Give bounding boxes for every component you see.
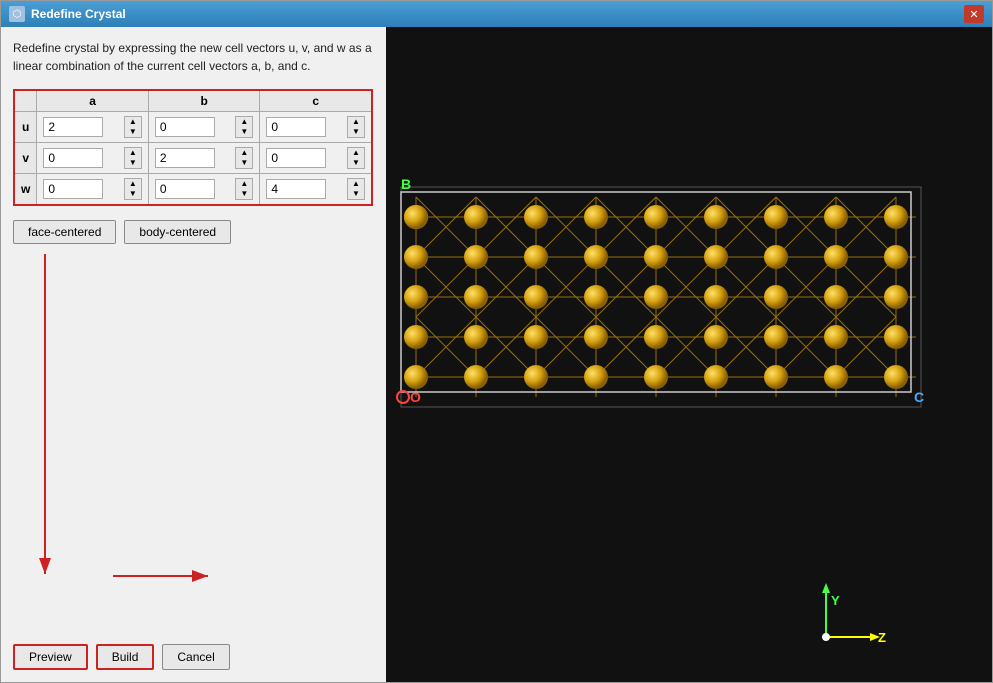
spin-down-v-b[interactable]: ▼ — [236, 158, 252, 168]
matrix-corner — [14, 90, 37, 112]
crystal-svg: B O C Y Z — [386, 27, 956, 677]
face-centered-button[interactable]: face-centered — [13, 220, 116, 244]
spin-up-u-a[interactable]: ▲ — [125, 117, 141, 127]
crystal-viewport: B O C Y Z — [386, 27, 992, 682]
centering-buttons-row: face-centered body-centered — [13, 220, 374, 244]
description-text: Redefine crystal by expressing the new c… — [13, 39, 374, 75]
spin-down-v-c[interactable]: ▼ — [348, 158, 364, 168]
body-centered-button[interactable]: body-centered — [124, 220, 231, 244]
spin-down-u-c[interactable]: ▼ — [348, 127, 364, 137]
titlebar: ⬡ Redefine Crystal ✕ — [1, 1, 992, 27]
cell-u-c: ▲ ▼ — [260, 112, 372, 143]
spin-up-u-b[interactable]: ▲ — [236, 117, 252, 127]
spin-up-u-c[interactable]: ▲ — [348, 117, 364, 127]
row-label-w: w — [14, 174, 37, 206]
cell-u-b: ▲ ▼ — [148, 112, 260, 143]
spin-up-w-c[interactable]: ▲ — [348, 179, 364, 189]
label-B: B — [401, 176, 411, 192]
label-C: C — [914, 389, 924, 405]
col-header-c: c — [260, 90, 372, 112]
spin-up-w-a[interactable]: ▲ — [125, 179, 141, 189]
spin-down-w-b[interactable]: ▼ — [236, 189, 252, 199]
input-v-b[interactable] — [155, 148, 215, 168]
cell-v-c: ▲ ▼ — [260, 143, 372, 174]
annotation-arrows — [13, 254, 383, 614]
left-panel: Redefine crystal by expressing the new c… — [1, 27, 386, 682]
preview-button[interactable]: Preview — [13, 644, 88, 670]
cell-w-c: ▲ ▼ — [260, 174, 372, 206]
spin-down-u-b[interactable]: ▼ — [236, 127, 252, 137]
cell-w-b: ▲ ▼ — [148, 174, 260, 206]
cancel-button[interactable]: Cancel — [162, 644, 229, 670]
spin-up-v-a[interactable]: ▲ — [125, 148, 141, 158]
row-label-u: u — [14, 112, 37, 143]
spin-down-v-a[interactable]: ▼ — [125, 158, 141, 168]
spinner-v-a: ▲ ▼ — [124, 147, 142, 169]
input-v-c[interactable] — [266, 148, 326, 168]
titlebar-left: ⬡ Redefine Crystal — [9, 6, 126, 22]
cell-v-a: ▲ ▼ — [37, 143, 149, 174]
cell-w-a: ▲ ▼ — [37, 174, 149, 206]
spin-down-w-a[interactable]: ▼ — [125, 189, 141, 199]
label-O: O — [410, 389, 421, 405]
arrow-annotation-area — [13, 254, 374, 624]
cell-v-b: ▲ ▼ — [148, 143, 260, 174]
spinner-w-c: ▲ ▼ — [347, 178, 365, 200]
row-label-v: v — [14, 143, 37, 174]
col-header-a: a — [37, 90, 149, 112]
matrix-table: a b c u ▲ ▼ — [13, 89, 373, 206]
build-button[interactable]: Build — [96, 644, 155, 670]
spin-down-u-a[interactable]: ▼ — [125, 127, 141, 137]
spin-down-w-c[interactable]: ▼ — [348, 189, 364, 199]
bottom-action-buttons: Preview Build Cancel — [13, 634, 374, 670]
window-title: Redefine Crystal — [31, 7, 126, 21]
matrix-row-v: v ▲ ▼ — [14, 143, 372, 174]
cell-u-a: ▲ ▼ — [37, 112, 149, 143]
content-area: Redefine crystal by expressing the new c… — [1, 27, 992, 682]
input-w-c[interactable] — [266, 179, 326, 199]
axis-z-label: Z — [878, 630, 886, 645]
input-u-b[interactable] — [155, 117, 215, 137]
matrix-row-u: u ▲ ▼ — [14, 112, 372, 143]
crystal-lattice — [401, 192, 916, 397]
spin-up-v-b[interactable]: ▲ — [236, 148, 252, 158]
input-v-a[interactable] — [43, 148, 103, 168]
spinner-v-c: ▲ ▼ — [347, 147, 365, 169]
spinner-u-c: ▲ ▼ — [347, 116, 365, 138]
input-u-a[interactable] — [43, 117, 103, 137]
spinner-w-b: ▲ ▼ — [235, 178, 253, 200]
spinner-u-b: ▲ ▼ — [235, 116, 253, 138]
spin-up-v-c[interactable]: ▲ — [348, 148, 364, 158]
input-w-a[interactable] — [43, 179, 103, 199]
close-button[interactable]: ✕ — [964, 5, 984, 23]
input-u-c[interactable] — [266, 117, 326, 137]
spinner-u-a: ▲ ▼ — [124, 116, 142, 138]
main-window: ⬡ Redefine Crystal ✕ Redefine crystal by… — [0, 0, 993, 683]
input-w-b[interactable] — [155, 179, 215, 199]
axis-y-label: Y — [831, 593, 840, 608]
matrix-row-w: w ▲ ▼ — [14, 174, 372, 206]
spin-up-w-b[interactable]: ▲ — [236, 179, 252, 189]
app-icon: ⬡ — [9, 6, 25, 22]
spinner-v-b: ▲ ▼ — [235, 147, 253, 169]
col-header-b: b — [148, 90, 260, 112]
spinner-w-a: ▲ ▼ — [124, 178, 142, 200]
